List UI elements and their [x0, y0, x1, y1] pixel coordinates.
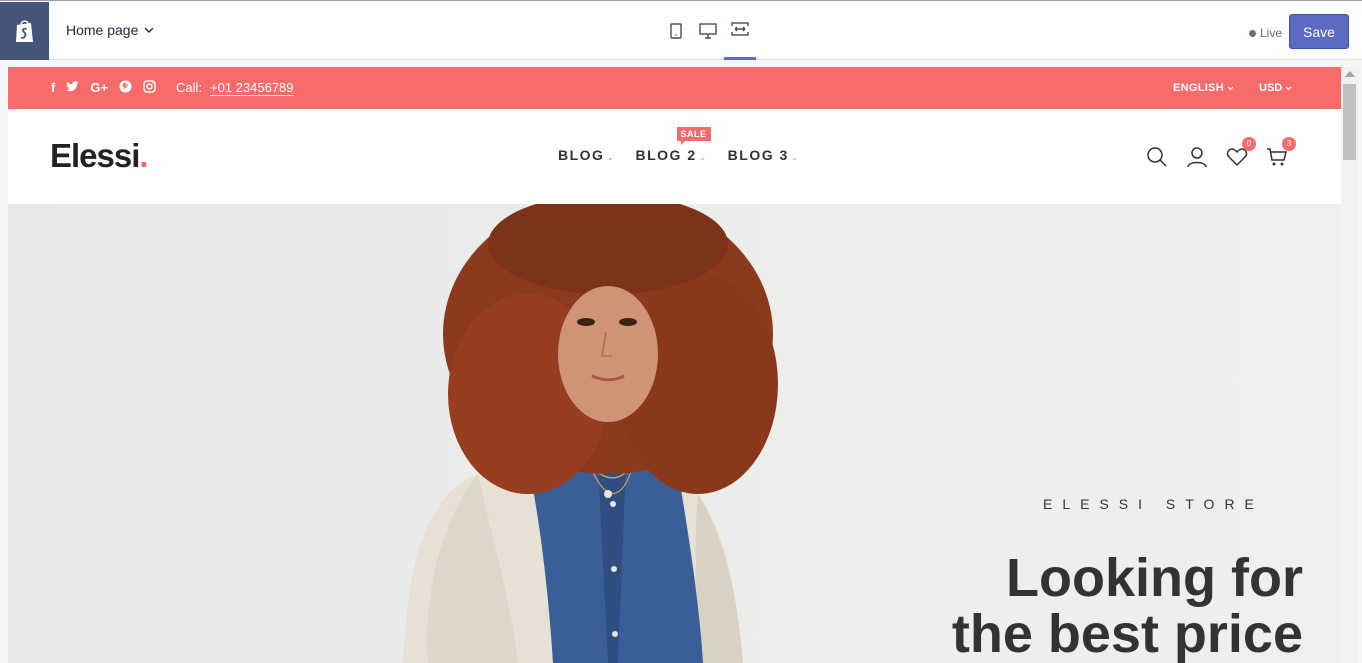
header-actions: 0 3: [1146, 137, 1296, 168]
twitter-icon[interactable]: [66, 81, 79, 95]
site-header: Elessi. BLOG⌄ SALE BLOG 2⌄ BLOG 3⌄ 0: [8, 109, 1341, 204]
scrollbar-thumb[interactable]: [1343, 84, 1356, 160]
full-width-view-button[interactable]: [724, 1, 756, 60]
currency-label: USD: [1259, 82, 1283, 94]
top-announcement-bar: f G+ Call: +01 23456789 ENGLISH USD: [8, 67, 1341, 109]
currency-selector[interactable]: USD: [1259, 82, 1292, 94]
cart-button[interactable]: 3: [1266, 137, 1296, 168]
facebook-icon[interactable]: f: [51, 81, 55, 95]
call-info: Call: +01 23456789: [176, 80, 294, 96]
chevron-down-icon: [1285, 86, 1292, 91]
scroll-up-icon[interactable]: [1345, 71, 1355, 77]
hero-banner: ELESSI STORE Looking for the best price: [8, 204, 1341, 663]
google-plus-icon[interactable]: G+: [90, 81, 108, 95]
save-button[interactable]: Save: [1289, 14, 1349, 49]
preview-scrollbar[interactable]: [1341, 67, 1359, 663]
live-status: Live: [1249, 26, 1282, 40]
nav-item-label: BLOG: [558, 147, 605, 163]
fullscreen-icon: [731, 22, 749, 36]
chevron-down-icon: [1227, 86, 1234, 91]
user-icon: [1187, 147, 1207, 168]
language-selector[interactable]: ENGLISH: [1173, 82, 1234, 94]
nav-item-blog[interactable]: BLOG ⌄: [558, 147, 616, 163]
language-label: ENGLISH: [1173, 82, 1224, 94]
call-label: Call:: [176, 80, 203, 95]
chevron-down-icon: ⌄: [698, 152, 708, 162]
device-switcher: [660, 1, 756, 60]
chevron-down-icon: ⌄: [790, 152, 800, 162]
page-selector-label: Home page: [66, 22, 139, 38]
hero-eyebrow: ELESSI STORE: [1043, 496, 1264, 512]
pinterest-icon[interactable]: [119, 80, 132, 96]
brand-dot: .: [139, 137, 148, 174]
instagram-icon[interactable]: [143, 80, 156, 96]
live-label: Live: [1260, 26, 1283, 40]
brand-name: Elessi: [50, 137, 140, 174]
account-button[interactable]: [1186, 146, 1208, 168]
nav-item-blog-2[interactable]: SALE BLOG 2 ⌄: [635, 127, 711, 163]
mobile-icon: [670, 22, 682, 39]
main-navigation: BLOG ⌄ SALE BLOG 2 ⌄ BLOG 3 ⌄: [558, 127, 820, 163]
editor-toolbar: Home page Live Save: [0, 0, 1362, 60]
page-selector[interactable]: Home page: [66, 22, 154, 38]
store-preview: f G+ Call: +01 23456789 ENGLISH USD Eles…: [8, 67, 1341, 663]
search-icon: [1147, 147, 1167, 167]
desktop-icon: [699, 22, 717, 39]
wishlist-button[interactable]: 0: [1226, 137, 1256, 168]
nav-item-label: BLOG 3: [727, 147, 789, 163]
nav-item-blog-3[interactable]: BLOG 3 ⌄: [728, 147, 800, 163]
social-links: f G+: [51, 80, 156, 96]
status-dot: [1249, 29, 1256, 37]
mobile-view-button[interactable]: [660, 1, 692, 60]
hero-title: Looking for the best price: [951, 548, 1303, 663]
phone-link[interactable]: +01 23456789: [210, 80, 294, 96]
chevron-down-icon: [144, 27, 154, 33]
shopify-logo-icon[interactable]: [0, 2, 49, 60]
search-button[interactable]: [1146, 146, 1168, 168]
sale-badge: SALE: [676, 127, 711, 145]
wishlist-count-badge: 0: [1242, 137, 1256, 151]
site-logo[interactable]: Elessi.: [50, 137, 149, 175]
chevron-down-icon: ⌄: [606, 152, 616, 162]
cart-count-badge: 3: [1282, 137, 1296, 151]
nav-item-label: BLOG 2: [635, 147, 697, 163]
desktop-view-button[interactable]: [692, 1, 724, 60]
